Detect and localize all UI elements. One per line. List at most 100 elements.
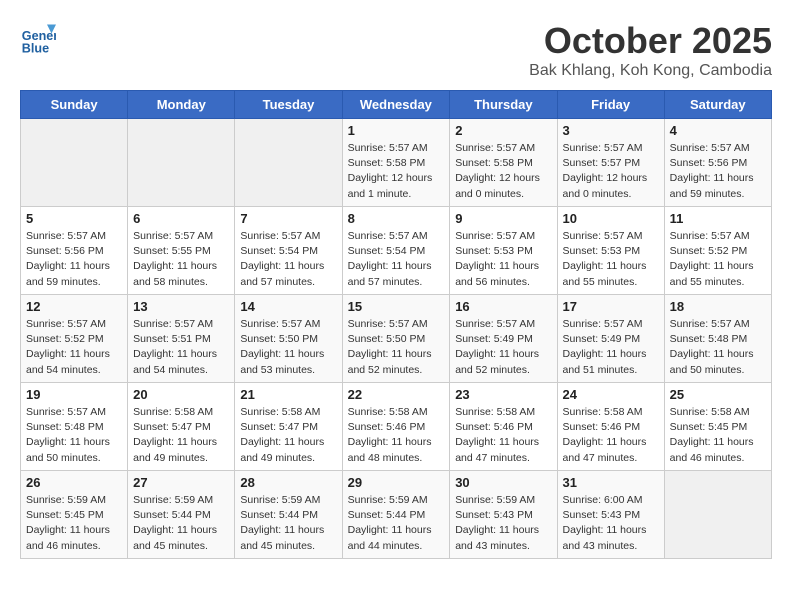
day-number: 26	[26, 475, 122, 490]
calendar-cell: 17Sunrise: 5:57 AM Sunset: 5:49 PM Dayli…	[557, 295, 664, 383]
day-number: 3	[563, 123, 659, 138]
day-number: 18	[670, 299, 766, 314]
day-info: Sunrise: 5:57 AM Sunset: 5:50 PM Dayligh…	[240, 317, 336, 378]
day-info: Sunrise: 5:57 AM Sunset: 5:53 PM Dayligh…	[455, 229, 551, 290]
calendar-cell: 26 Sunrise: 5:59 AM Sunset: 5:45 PM Dayli…	[21, 471, 128, 559]
calendar-cell: 15Sunrise: 5:57 AM Sunset: 5:50 PM Dayli…	[342, 295, 450, 383]
page-header: General Blue October 2025 Bak Khlang, Ko…	[20, 20, 772, 80]
day-number: 13	[133, 299, 229, 314]
calendar-cell: 6 Sunrise: 5:57 AM Sunset: 5:55 PM Daylig…	[128, 207, 235, 295]
day-info: Sunrise: 5:57 AM Sunset: 5:50 PM Dayligh…	[348, 317, 445, 378]
calendar-cell: 19Sunrise: 5:57 AM Sunset: 5:48 PM Dayli…	[21, 383, 128, 471]
calendar-cell: 25 Sunrise: 5:58 AM Sunset: 5:45 PM Dayli…	[664, 383, 771, 471]
day-info: Sunrise: 5:58 AM Sunset: 5:46 PM Dayligh…	[563, 405, 659, 466]
day-number: 27	[133, 475, 229, 490]
calendar-cell: 12Sunrise: 5:57 AM Sunset: 5:52 PM Dayli…	[21, 295, 128, 383]
day-number: 29	[348, 475, 445, 490]
calendar-week-row: 1 Sunrise: 5:57 AM Sunset: 5:58 PM Daylig…	[21, 119, 772, 207]
day-info: Sunrise: 5:58 AM Sunset: 5:46 PM Dayligh…	[455, 405, 551, 466]
calendar-cell: 8 Sunrise: 5:57 AM Sunset: 5:54 PM Daylig…	[342, 207, 450, 295]
day-header-thursday: Thursday	[450, 91, 557, 119]
day-info: Sunrise: 5:57 AM Sunset: 5:54 PM Dayligh…	[348, 229, 445, 290]
day-info: Sunrise: 5:57 AM Sunset: 5:58 PM Dayligh…	[348, 141, 445, 202]
calendar-cell: 28 Sunrise: 5:59 AM Sunset: 5:44 PM Dayli…	[235, 471, 342, 559]
day-info: Sunrise: 5:57 AM Sunset: 5:53 PM Dayligh…	[563, 229, 659, 290]
day-info: Sunrise: 5:59 AM Sunset: 5:45 PM Dayligh…	[26, 493, 122, 554]
calendar-header: SundayMondayTuesdayWednesdayThursdayFrid…	[21, 91, 772, 119]
svg-text:Blue: Blue	[22, 41, 49, 55]
calendar-cell	[128, 119, 235, 207]
day-number: 23	[455, 387, 551, 402]
day-number: 16	[455, 299, 551, 314]
day-number: 10	[563, 211, 659, 226]
days-header-row: SundayMondayTuesdayWednesdayThursdayFrid…	[21, 91, 772, 119]
day-info: Sunrise: 5:58 AM Sunset: 5:47 PM Dayligh…	[240, 405, 336, 466]
calendar-week-row: 5 Sunrise: 5:57 AM Sunset: 5:56 PM Daylig…	[21, 207, 772, 295]
calendar-cell: 3Sunrise: 5:57 AM Sunset: 5:57 PM Daylig…	[557, 119, 664, 207]
day-number: 1	[348, 123, 445, 138]
logo: General Blue	[20, 20, 60, 56]
calendar-cell: 13 Sunrise: 5:57 AM Sunset: 5:51 PM Dayli…	[128, 295, 235, 383]
day-info: Sunrise: 5:57 AM Sunset: 5:48 PM Dayligh…	[26, 405, 122, 466]
calendar-cell: 30 Sunrise: 5:59 AM Sunset: 5:43 PM Dayli…	[450, 471, 557, 559]
day-number: 8	[348, 211, 445, 226]
calendar-cell	[235, 119, 342, 207]
day-number: 20	[133, 387, 229, 402]
calendar-cell: 20 Sunrise: 5:58 AM Sunset: 5:47 PM Dayli…	[128, 383, 235, 471]
title-block: October 2025 Bak Khlang, Koh Kong, Cambo…	[529, 20, 772, 80]
day-number: 7	[240, 211, 336, 226]
day-info: Sunrise: 5:58 AM Sunset: 5:45 PM Dayligh…	[670, 405, 766, 466]
day-number: 25	[670, 387, 766, 402]
day-number: 2	[455, 123, 551, 138]
calendar-table: SundayMondayTuesdayWednesdayThursdayFrid…	[20, 90, 772, 559]
calendar-cell: 24Sunrise: 5:58 AM Sunset: 5:46 PM Dayli…	[557, 383, 664, 471]
day-info: Sunrise: 5:57 AM Sunset: 5:51 PM Dayligh…	[133, 317, 229, 378]
calendar-cell: 10 Sunrise: 5:57 AM Sunset: 5:53 PM Dayli…	[557, 207, 664, 295]
calendar-cell: 18 Sunrise: 5:57 AM Sunset: 5:48 PM Dayli…	[664, 295, 771, 383]
day-info: Sunrise: 5:58 AM Sunset: 5:47 PM Dayligh…	[133, 405, 229, 466]
day-number: 30	[455, 475, 551, 490]
day-info: Sunrise: 5:57 AM Sunset: 5:49 PM Dayligh…	[455, 317, 551, 378]
day-header-tuesday: Tuesday	[235, 91, 342, 119]
day-number: 5	[26, 211, 122, 226]
calendar-cell: 16 Sunrise: 5:57 AM Sunset: 5:49 PM Dayli…	[450, 295, 557, 383]
calendar-week-row: 26 Sunrise: 5:59 AM Sunset: 5:45 PM Dayli…	[21, 471, 772, 559]
calendar-cell: 31 Sunrise: 6:00 AM Sunset: 5:43 PM Dayli…	[557, 471, 664, 559]
calendar-cell: 5 Sunrise: 5:57 AM Sunset: 5:56 PM Daylig…	[21, 207, 128, 295]
day-info: Sunrise: 5:57 AM Sunset: 5:56 PM Dayligh…	[670, 141, 766, 202]
day-header-wednesday: Wednesday	[342, 91, 450, 119]
location-subtitle: Bak Khlang, Koh Kong, Cambodia	[529, 62, 772, 80]
day-info: Sunrise: 5:57 AM Sunset: 5:58 PM Dayligh…	[455, 141, 551, 202]
day-number: 4	[670, 123, 766, 138]
day-number: 28	[240, 475, 336, 490]
month-title: October 2025	[529, 20, 772, 62]
calendar-cell: 23 Sunrise: 5:58 AM Sunset: 5:46 PM Dayli…	[450, 383, 557, 471]
calendar-cell: 27Sunrise: 5:59 AM Sunset: 5:44 PM Dayli…	[128, 471, 235, 559]
calendar-cell: 9 Sunrise: 5:57 AM Sunset: 5:53 PM Daylig…	[450, 207, 557, 295]
calendar-cell	[21, 119, 128, 207]
day-number: 22	[348, 387, 445, 402]
logo-icon: General Blue	[20, 20, 56, 56]
calendar-cell: 2 Sunrise: 5:57 AM Sunset: 5:58 PM Daylig…	[450, 119, 557, 207]
calendar-cell: 7Sunrise: 5:57 AM Sunset: 5:54 PM Daylig…	[235, 207, 342, 295]
day-header-friday: Friday	[557, 91, 664, 119]
day-info: Sunrise: 5:57 AM Sunset: 5:56 PM Dayligh…	[26, 229, 122, 290]
day-info: Sunrise: 5:59 AM Sunset: 5:44 PM Dayligh…	[348, 493, 445, 554]
calendar-cell: 21Sunrise: 5:58 AM Sunset: 5:47 PM Dayli…	[235, 383, 342, 471]
day-number: 17	[563, 299, 659, 314]
calendar-cell: 14 Sunrise: 5:57 AM Sunset: 5:50 PM Dayli…	[235, 295, 342, 383]
day-info: Sunrise: 5:57 AM Sunset: 5:48 PM Dayligh…	[670, 317, 766, 378]
day-info: Sunrise: 5:58 AM Sunset: 5:46 PM Dayligh…	[348, 405, 445, 466]
day-info: Sunrise: 5:59 AM Sunset: 5:44 PM Dayligh…	[240, 493, 336, 554]
day-number: 31	[563, 475, 659, 490]
day-number: 6	[133, 211, 229, 226]
day-info: Sunrise: 5:59 AM Sunset: 5:43 PM Dayligh…	[455, 493, 551, 554]
day-info: Sunrise: 5:57 AM Sunset: 5:52 PM Dayligh…	[26, 317, 122, 378]
day-number: 11	[670, 211, 766, 226]
day-number: 14	[240, 299, 336, 314]
day-info: Sunrise: 5:57 AM Sunset: 5:55 PM Dayligh…	[133, 229, 229, 290]
calendar-cell: 29 Sunrise: 5:59 AM Sunset: 5:44 PM Dayli…	[342, 471, 450, 559]
day-info: Sunrise: 5:57 AM Sunset: 5:52 PM Dayligh…	[670, 229, 766, 290]
day-info: Sunrise: 6:00 AM Sunset: 5:43 PM Dayligh…	[563, 493, 659, 554]
day-number: 9	[455, 211, 551, 226]
